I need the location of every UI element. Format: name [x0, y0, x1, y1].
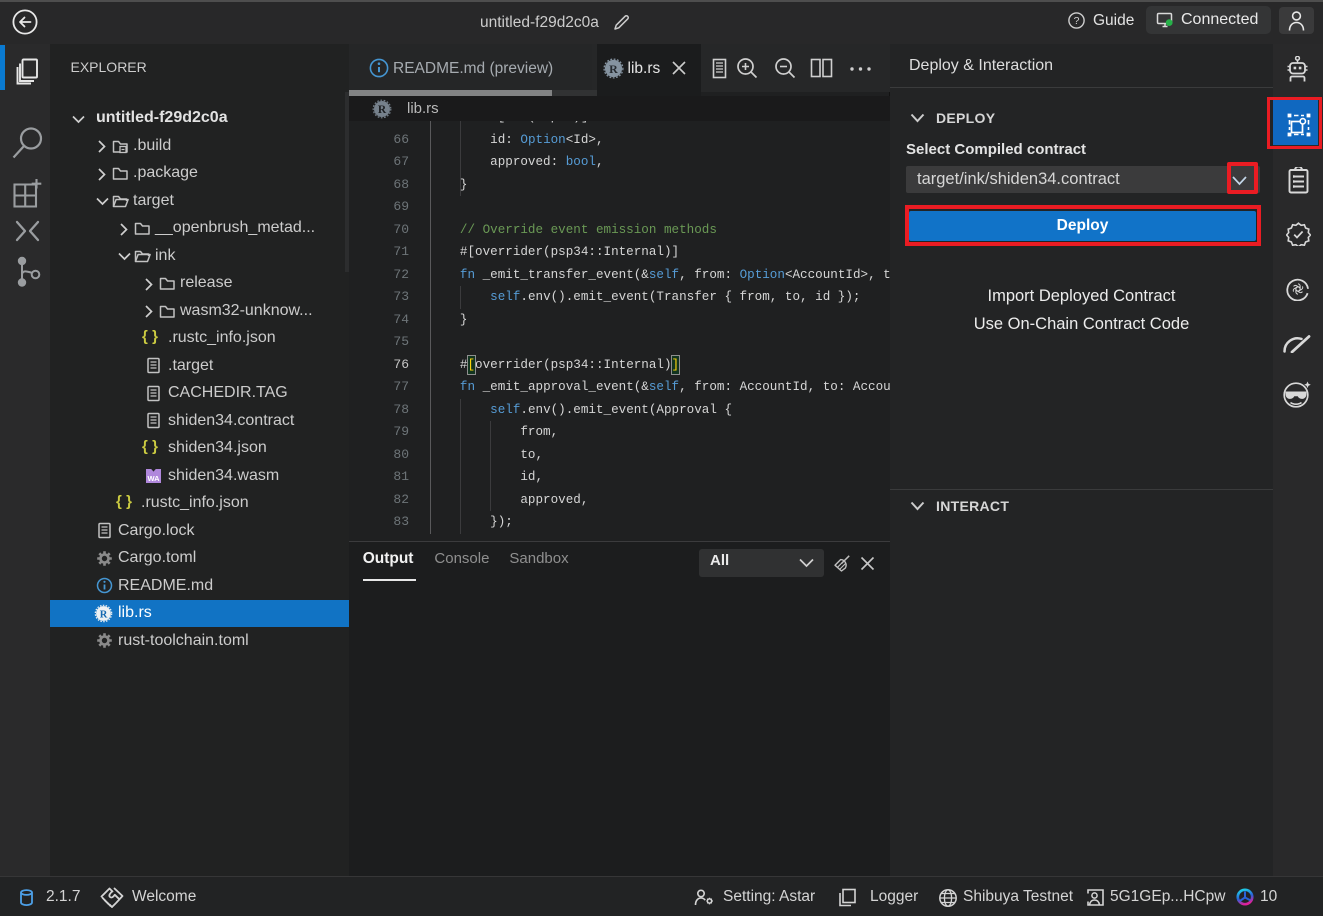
svg-text:WA: WA	[147, 474, 160, 483]
svg-text:?: ?	[1074, 15, 1080, 27]
svg-text:R: R	[609, 61, 618, 75]
svg-text:R: R	[378, 104, 387, 116]
svg-text:R: R	[100, 609, 108, 620]
